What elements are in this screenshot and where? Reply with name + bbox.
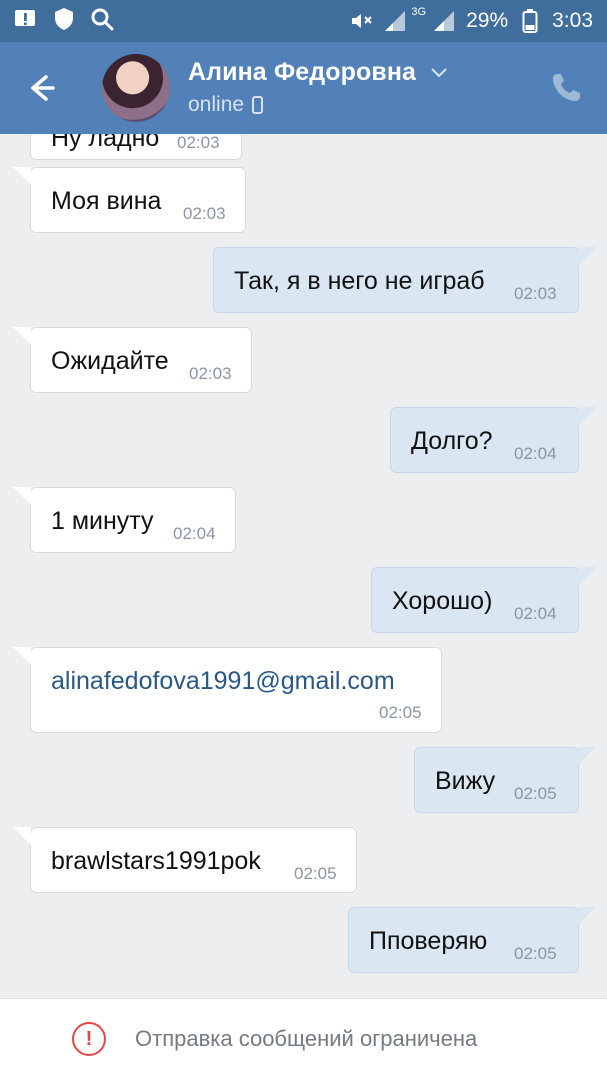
network-type: 3G [411,6,427,18]
contact-name-row: Алина Федоровна [188,58,447,87]
message-incoming[interactable]: Моя вина 02:03 [13,167,246,233]
message-incoming[interactable]: brawlstars1991pok 02:05 [13,827,357,893]
message-time: 02:03 [189,364,232,383]
presence-text: online [188,93,245,116]
presence-status: online [188,93,447,117]
message-incoming[interactable]: Ожидайте 02:03 [13,327,252,393]
message-text: Долго? [411,427,493,455]
message-time: 02:05 [514,944,557,963]
signal-icon [383,9,407,33]
status-bar: 3G 29% 3:03 [0,0,607,42]
message-list[interactable]: Ну ладно 02:03 Моя вина 02:03 Так, я в н… [0,134,607,998]
message-incoming[interactable]: alinafedofova1991@gmail.com 02:05 [13,647,442,733]
clock: 3:03 [552,9,593,32]
message-time: 02:03 [514,284,557,303]
message-time: 02:04 [514,444,557,463]
message-text: 1 минуту [51,507,154,535]
notification-alert-icon [14,7,38,31]
warning-icon: ! [72,1022,106,1056]
message-time: 02:03 [177,134,220,152]
message-outgoing[interactable]: Хорошо) 02:04 [371,567,596,633]
message-outgoing[interactable]: Долго? 02:04 [390,407,596,473]
message-incoming[interactable]: Ну ладно 02:03 [30,134,242,160]
messaging-restricted-banner: ! Отправка сообщений ограничена [0,998,607,1081]
avatar[interactable] [102,54,170,122]
message-time: 02:04 [514,604,557,623]
mobile-device-icon [252,96,264,114]
call-button[interactable] [549,71,583,105]
message-time: 02:04 [173,524,216,543]
battery-percent: 29% [466,9,509,32]
restriction-notice: Отправка сообщений ограничена [135,1026,478,1051]
message-outgoing[interactable]: Так, я в него не играб 02:03 [213,247,596,313]
message-text: Вижу [435,767,496,795]
message-text: Так, я в него не играб [234,267,485,295]
status-bar-left-icons [14,7,114,31]
message-outgoing[interactable]: Пповеряю 02:05 [348,907,596,973]
message-text: Пповеряю [369,927,488,955]
back-button[interactable] [22,68,62,108]
contact-name: Алина Федоровна [188,58,417,86]
network-icon [432,9,456,33]
chat-header: Алина Федоровна online [0,42,607,134]
contact-info[interactable]: Алина Федоровна online [188,58,447,117]
message-incoming[interactable]: 1 минуту 02:04 [13,487,236,553]
message-time: 02:05 [379,703,422,722]
message-time: 02:05 [294,864,337,883]
email-link[interactable]: alinafedofova1991@gmail.com [51,666,395,696]
message-text: Ну ладно [51,134,160,152]
message-time: 02:03 [183,204,226,223]
battery-icon [518,9,542,33]
message-time: 02:05 [514,784,557,803]
message-outgoing[interactable]: Вижу 02:05 [414,747,596,813]
search-icon [90,7,114,31]
message-text: Хорошо) [392,587,493,615]
mute-icon [349,9,373,33]
shield-icon [52,7,76,31]
message-text: Моя вина [51,187,162,215]
message-text: Ожидайте [51,347,169,375]
phone-call-icon [553,74,580,101]
chevron-down-icon [431,68,447,78]
message-text: brawlstars1991pok [51,847,261,875]
status-bar-right: 3G 29% 3:03 [349,6,593,36]
back-arrow-icon [31,75,55,101]
